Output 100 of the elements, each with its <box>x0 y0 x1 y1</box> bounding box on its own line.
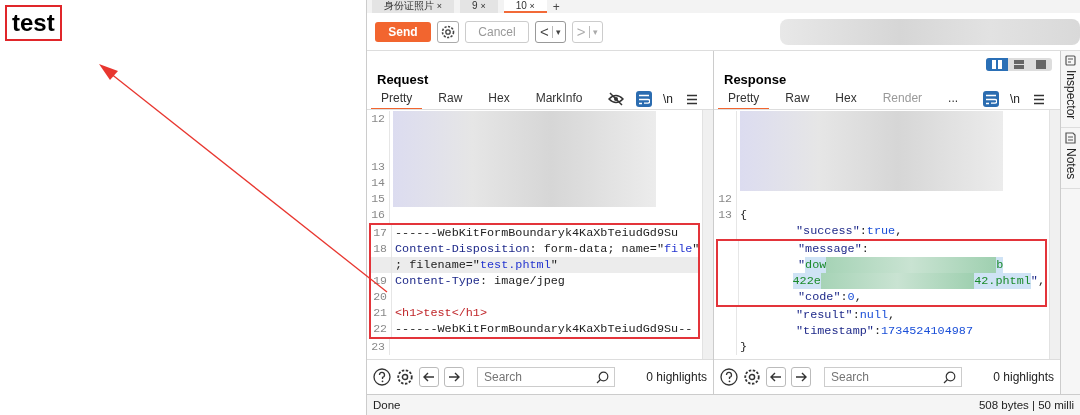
highlights-count: 0 highlights <box>646 370 707 384</box>
selected-text: 42.phtml <box>974 273 1031 289</box>
search-icon <box>943 371 956 384</box>
code-text: : <box>861 241 869 257</box>
layout-toggle[interactable] <box>986 58 1052 71</box>
code-key: "message" <box>798 241 862 257</box>
code-value: 1734524104987 <box>880 323 973 339</box>
right-arrow-icon <box>795 372 807 382</box>
code-text: : form-data; name=" <box>529 241 665 257</box>
menu-icon[interactable] <box>1033 93 1045 105</box>
code-tag: <h1>test</h1> <box>395 305 488 321</box>
previous-button[interactable] <box>419 367 439 387</box>
panel-title: Response <box>723 71 788 89</box>
view-tab[interactable]: Pretty <box>371 88 423 110</box>
code-key: "result" <box>796 307 853 323</box>
history-button[interactable]: < ▾ <box>535 20 566 43</box>
settings-button[interactable] <box>437 20 459 43</box>
settings-icon <box>440 23 456 40</box>
line-number: 13 <box>718 208 732 221</box>
view-tab[interactable]: Hex <box>825 88 867 110</box>
code-string: file <box>664 241 693 257</box>
code-key: " <box>1030 273 1038 289</box>
code-text: : <box>840 289 848 305</box>
close-icon[interactable]: × <box>529 1 535 11</box>
line-number: 20 <box>373 290 387 303</box>
view-tab[interactable]: ... <box>938 88 969 110</box>
annotation-label: test <box>5 5 62 41</box>
next-button[interactable] <box>444 367 464 387</box>
left-arrow-icon <box>770 372 782 382</box>
code-text: " <box>550 257 558 273</box>
help-icon[interactable] <box>720 368 738 386</box>
code-key: "success" <box>796 223 860 239</box>
line-number: 22 <box>373 322 387 335</box>
code-value: true <box>866 223 896 239</box>
selected-text: b <box>996 257 1004 273</box>
line-number: 12 <box>371 112 385 125</box>
code-text: : <box>859 223 867 239</box>
wrap-lines-icon <box>638 93 650 105</box>
columns-icon <box>992 60 1002 69</box>
close-icon[interactable]: × <box>436 1 443 11</box>
line-number: 23 <box>371 340 385 353</box>
newline-toggle[interactable]: \n <box>1010 92 1020 106</box>
code-text: ; filename=" <box>395 257 480 273</box>
code-key: Content-Type <box>395 273 480 289</box>
view-tab[interactable]: Pretty <box>718 88 770 110</box>
status-text: Done <box>373 399 401 411</box>
search-field[interactable]: Search <box>824 367 962 387</box>
code-string: test.phtml <box>479 257 551 273</box>
line-number: 16 <box>371 208 385 221</box>
scrollbar[interactable] <box>702 110 713 359</box>
help-icon[interactable] <box>373 368 391 386</box>
side-tab[interactable]: Notes <box>1061 128 1080 189</box>
new-tab-button[interactable]: + <box>552 2 560 13</box>
code-text: { <box>740 207 748 223</box>
line-number: 18 <box>373 242 387 255</box>
close-icon[interactable]: × <box>480 1 486 11</box>
panel-title: Request <box>376 71 430 89</box>
code-text: : <box>873 323 881 339</box>
code-text: : <box>852 307 860 323</box>
settings-icon[interactable] <box>396 368 414 386</box>
settings-icon[interactable] <box>743 368 761 386</box>
highlights-count: 0 highlights <box>993 370 1054 384</box>
view-tab[interactable]: MarkInfo <box>525 88 593 110</box>
editor-tab[interactable]: 10 × <box>503 0 547 13</box>
eye-off-icon[interactable] <box>608 92 624 106</box>
previous-button[interactable] <box>766 367 786 387</box>
code-key: "code" <box>798 289 841 305</box>
code-key: "timestamp" <box>796 323 874 339</box>
selected-text: 422e <box>792 273 821 289</box>
side-tab[interactable]: Inspector <box>1061 51 1080 129</box>
newline-toggle[interactable]: \n <box>663 92 673 106</box>
wrap-toggle[interactable] <box>636 91 652 107</box>
notes-icon <box>1065 132 1076 145</box>
code-key: " <box>798 257 806 273</box>
editor-tab[interactable]: 9 × <box>460 0 498 13</box>
line-number: 12 <box>718 192 732 205</box>
code-text: : image/jpeg <box>479 273 565 289</box>
view-tab[interactable]: Hex <box>478 88 520 110</box>
rows-icon <box>1014 60 1024 69</box>
scrollbar[interactable] <box>1049 110 1060 359</box>
view-tab[interactable]: Raw <box>775 88 820 110</box>
search-icon <box>596 371 609 384</box>
line-number: 19 <box>373 274 387 287</box>
view-tab[interactable]: Raw <box>428 88 473 110</box>
editor-tab[interactable]: 身份证照片 × <box>372 0 455 13</box>
wrap-toggle[interactable] <box>983 91 999 107</box>
code-text: , <box>888 307 896 323</box>
single-pane-icon <box>1036 60 1046 69</box>
left-arrow-icon <box>423 372 435 382</box>
line-number: 21 <box>373 306 387 319</box>
code-text: } <box>740 339 748 355</box>
line-number: 15 <box>371 192 385 205</box>
selected-text: dow <box>805 257 827 273</box>
search-field[interactable]: Search <box>477 367 615 387</box>
code-value: 0 <box>847 289 855 305</box>
menu-icon[interactable] <box>686 93 698 105</box>
inspector-icon <box>1065 55 1076 66</box>
line-number: 13 <box>371 160 385 173</box>
next-button[interactable] <box>791 367 811 387</box>
wrap-lines-icon <box>985 93 997 105</box>
